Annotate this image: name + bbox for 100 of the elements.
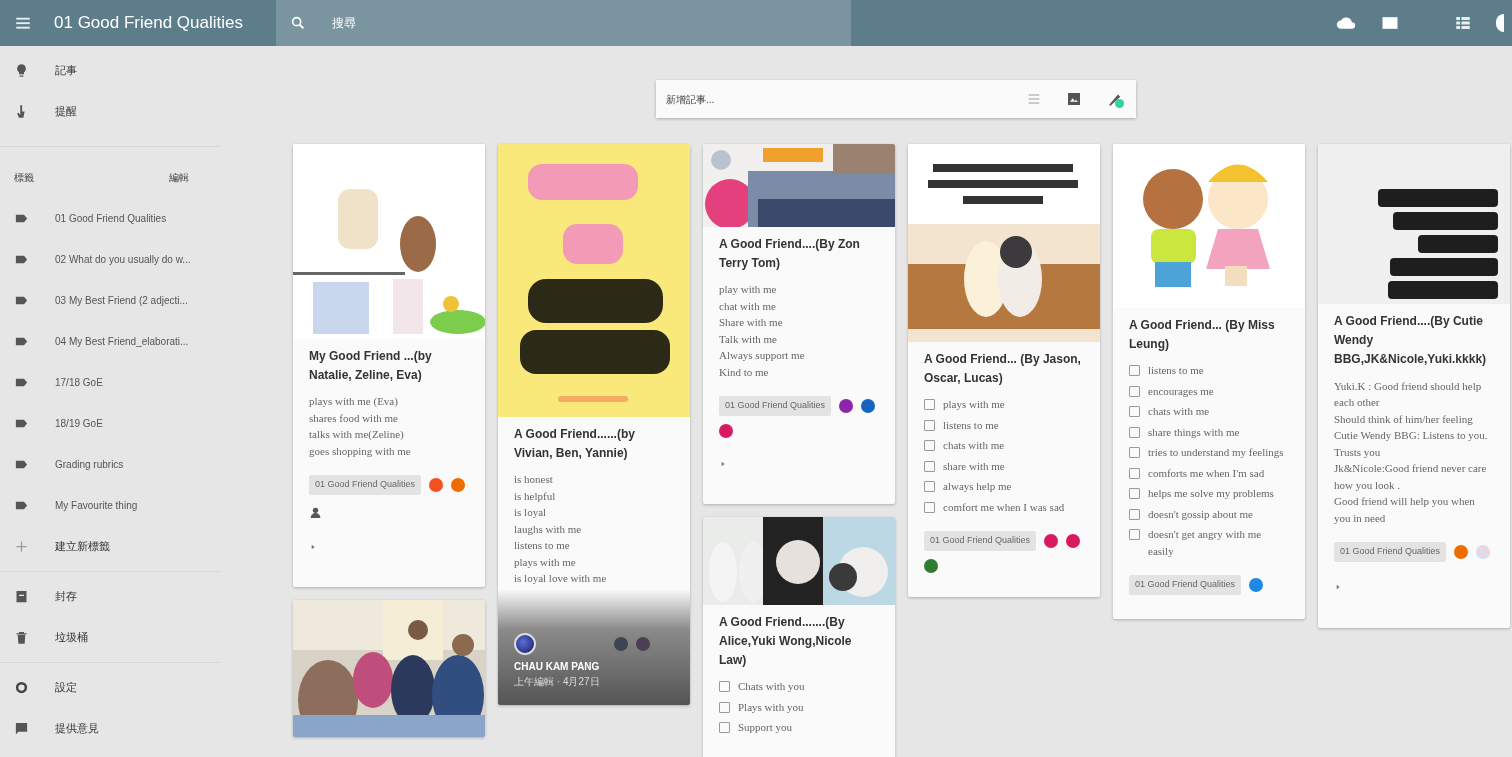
checklist-text: comforts me when I'm sad xyxy=(1148,465,1265,481)
note-title: A Good Friend... (By Miss Leung) xyxy=(1129,317,1276,354)
note-text: Should think of him/her feeling xyxy=(1334,411,1474,427)
note-text: goes shopping with me xyxy=(309,443,412,459)
label-chip[interactable]: 01 Good Friend Qualities xyxy=(924,531,1037,551)
label-chip[interactable]: 01 Good Friend Qualities xyxy=(309,475,422,495)
note-text: is loyal love with me xyxy=(514,571,608,587)
checklist-text: share with me xyxy=(943,458,1005,474)
edit-labels-link[interactable]: 編輯 xyxy=(169,170,189,185)
note-text: is helpful xyxy=(514,488,557,504)
checklist-text: share things with me xyxy=(1148,424,1240,440)
sidebar-item[interactable]: 提供意見 xyxy=(55,720,99,737)
image-icon[interactable] xyxy=(1066,91,1082,107)
checkbox[interactable] xyxy=(1129,365,1140,377)
sidebar-item[interactable]: 01 Good Friend Qualities xyxy=(55,211,167,226)
note-card[interactable]: A Good Friend....(By Zon Terry Tom) play with me chat with me Share with me Talk with me Always support me Kind to me 01 Good Friend Qualities xyxy=(703,144,895,504)
checklist-text: doesn't get angry with me easily xyxy=(1148,527,1263,559)
note-title: A Good Friend....(By Zon Terry Tom) xyxy=(719,236,861,273)
sidebar-item[interactable]: 提醒 xyxy=(55,103,77,120)
sidebar-item[interactable]: My Favourite thing xyxy=(55,498,138,513)
checklist-text: Plays with you xyxy=(738,699,804,715)
owner-avatar xyxy=(514,632,536,655)
checkbox[interactable] xyxy=(1129,467,1140,479)
checkbox[interactable] xyxy=(924,481,935,493)
label-chip[interactable]: 01 Good Friend Qualities xyxy=(1129,575,1242,595)
checkbox[interactable] xyxy=(1129,529,1140,541)
sidebar-item[interactable]: 18/19 GoE xyxy=(55,416,103,431)
expand-icon[interactable] xyxy=(719,459,727,468)
note-card[interactable]: A Good Friend.......(By Alice,Yuki Wong,Nicole Law) Chats with you Plays with you Support you xyxy=(703,516,895,757)
note-title: A Good Friend......(by Vivian, Ben, Yannie) xyxy=(514,426,636,463)
take-note-bar[interactable]: 新增記事... xyxy=(656,80,1136,118)
sidebar-item[interactable]: Grading rubrics xyxy=(55,457,124,472)
checklist-text: Chats with you xyxy=(738,679,805,695)
note-text: Kind to me xyxy=(719,364,770,380)
checkbox[interactable] xyxy=(1129,426,1140,438)
expand-icon[interactable] xyxy=(309,542,317,551)
checkbox[interactable] xyxy=(924,399,935,411)
sidebar-item[interactable]: 04 My Best Friend_elaborati... xyxy=(55,334,189,349)
note-card[interactable] xyxy=(1318,144,1510,628)
note-text: play with me xyxy=(719,282,778,298)
note-text: Yuki.K : Good friend should help each other xyxy=(1334,378,1483,411)
checkbox[interactable] xyxy=(1129,406,1140,418)
edit-time: 上午編輯 · 4月27日 xyxy=(514,674,601,689)
checkbox[interactable] xyxy=(719,681,730,693)
search-field[interactable]: 搜尋 xyxy=(330,13,489,33)
note-text: Always support me xyxy=(719,348,806,364)
sidebar-item[interactable]: 設定 xyxy=(55,679,77,696)
note-text: shares food with me xyxy=(309,410,399,426)
sidebar-item[interactable]: 記事 xyxy=(55,62,77,79)
note-text: laughs with me xyxy=(514,521,583,537)
checklist-text: tries to understand my feelings xyxy=(1148,445,1284,461)
owner-name: CHAU KAM PANG xyxy=(514,659,601,674)
note-title: A Good Friend.......(By Alice,Yuki Wong,Nicole Law) xyxy=(719,613,853,670)
note-text: Trusts you xyxy=(1334,444,1382,460)
app-title: 01 Good Friend Qualities xyxy=(54,12,244,35)
sidebar-header: 標籤 xyxy=(14,171,34,185)
label-chip[interactable]: 01 Good Friend Qualities xyxy=(1334,542,1447,562)
checkbox[interactable] xyxy=(719,701,730,713)
sidebar-item[interactable]: 建立新標籤 xyxy=(55,538,110,555)
note-card[interactable]: A Good Friend......(by Vivian, Ben, Yannie) is honest is helpful is loyal laughs with me listens to me plays with me is loyal love with me CHAU KAM PANG 上午編輯 · 4月27日 xyxy=(498,144,690,705)
checklist-text: plays with me xyxy=(943,397,1005,413)
note-text: Talk with me xyxy=(719,331,778,347)
note-title: A Good Friend....(By Cutie Wendy BBG,JK&Nicole,Yuki.kkkk) xyxy=(1334,313,1488,369)
sidebar-item[interactable]: 17/18 GoE xyxy=(55,375,103,390)
note-title: A Good Friend... (By Jason, Oscar, Lucas) xyxy=(924,351,1082,388)
checklist-text: chats with me xyxy=(1148,404,1210,420)
note-text: chat with me xyxy=(719,298,777,314)
account-avatar[interactable] xyxy=(1496,14,1504,32)
person-icon xyxy=(309,506,322,520)
sidebar-item[interactable]: 02 What do you usually do w... xyxy=(55,252,191,267)
note-card[interactable]: My Good Friend ...(by Natalie, Zeline, Eva) plays with me (Eva) shares food with me talks with me(Zeline) goes shopping with me 01 Good Friend Qualities xyxy=(293,144,485,587)
sidebar-item[interactable]: 垃圾桶 xyxy=(55,629,88,646)
take-note-field[interactable]: 新增記事... xyxy=(664,90,1026,108)
note-text: listens to me xyxy=(514,538,571,554)
settings-icon xyxy=(14,680,29,695)
list-icon[interactable] xyxy=(1026,91,1042,107)
checkbox[interactable] xyxy=(924,419,935,431)
note-text: Good friend will help you when you in need xyxy=(1334,494,1476,526)
checkbox[interactable] xyxy=(924,440,935,452)
note-title: My Good Friend ...(by Natalie, Zeline, Eva) xyxy=(309,348,433,385)
checklist-text: helps me solve my problems xyxy=(1148,486,1274,502)
note-text: is loyal xyxy=(514,505,548,521)
expand-icon[interactable] xyxy=(1334,583,1342,592)
checkbox[interactable] xyxy=(719,722,730,734)
sidebar-item[interactable]: 03 My Best Friend (2 adjecti... xyxy=(55,293,188,308)
bulb-icon xyxy=(14,63,29,78)
checkbox[interactable] xyxy=(1129,385,1140,397)
checkbox[interactable] xyxy=(1129,508,1140,520)
note-text: talks with me(Zeline) xyxy=(309,427,405,443)
checkbox[interactable] xyxy=(1129,488,1140,500)
sidebar-item[interactable]: 封存 xyxy=(55,588,77,605)
archive-icon xyxy=(14,589,29,604)
checkbox[interactable] xyxy=(1129,447,1140,459)
grid-icon[interactable] xyxy=(1454,14,1472,32)
checklist-text: listens to me xyxy=(943,417,999,433)
checkbox[interactable] xyxy=(924,501,935,513)
checkbox[interactable] xyxy=(924,460,935,472)
collaborator-avatar xyxy=(1476,544,1491,559)
note-card[interactable]: A Good Friend... (By Jason, Oscar, Lucas) plays with me listens to me chats with me share with me always help me comfort me when I was sad 01 Good Friend Qualities xyxy=(908,144,1100,597)
label-chip[interactable]: 01 Good Friend Qualities xyxy=(719,396,832,416)
